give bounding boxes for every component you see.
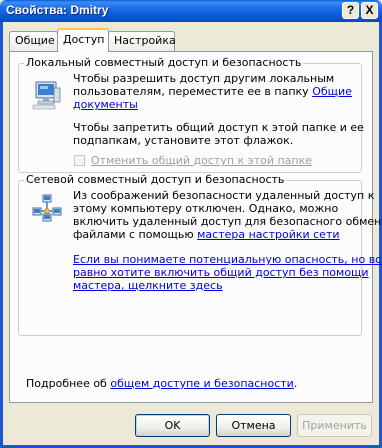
computer-icon bbox=[32, 80, 62, 113]
cancel-button[interactable]: Отмена bbox=[216, 414, 291, 437]
title-bar[interactable]: Свойства: Dmitry ? X bbox=[0, 0, 382, 22]
network-text-line2: этому компьютеру отключен. Однако, можно bbox=[73, 202, 339, 215]
local-text-line2: пользователям, переместите ее в папку Об… bbox=[73, 85, 352, 99]
properties-dialog: Свойства: Dmitry ? X Общие Доступ Настро… bbox=[0, 0, 382, 448]
enable-sharing-link-line3[interactable]: мастера, щелкните здесь bbox=[73, 279, 223, 293]
network-icon bbox=[32, 193, 62, 226]
network-text-line3: включить удаленный доступ для безопасног… bbox=[73, 215, 382, 228]
network-text-line1: Из соображений безопасности удаленный до… bbox=[73, 189, 375, 202]
close-button[interactable]: X bbox=[361, 2, 378, 19]
footer-text: Подробнее об общем доступе и безопасност… bbox=[26, 377, 298, 390]
unshare-checkbox[interactable] bbox=[74, 155, 85, 166]
window-title: Свойства: Dmitry bbox=[6, 3, 109, 17]
enable-sharing-link-line2[interactable]: равно хотите включить общий доступ без п… bbox=[73, 266, 369, 280]
network-text-line4: файлами с помощью мастера настройки сети bbox=[73, 228, 340, 242]
tab-settings[interactable]: Настройка bbox=[108, 31, 176, 51]
tab-general[interactable]: Общие bbox=[9, 31, 58, 51]
shared-documents-link-b[interactable]: документы bbox=[73, 98, 138, 112]
shared-documents-link-a[interactable]: Общие bbox=[312, 85, 352, 98]
enable-sharing-link-line1[interactable]: Если вы понимаете потенциальную опасност… bbox=[73, 253, 382, 267]
window-border-left bbox=[0, 22, 3, 448]
network-sharing-group: Сетевой совместный доступ и безопасность bbox=[18, 173, 382, 336]
network-text-line4-plain: файлами с помощью bbox=[73, 228, 194, 241]
tab-access[interactable]: Доступ bbox=[57, 28, 109, 52]
local-text-line1: Чтобы разрешить доступ другим локальным bbox=[73, 72, 335, 85]
ok-button[interactable]: OK bbox=[135, 414, 210, 437]
help-button[interactable]: ? bbox=[342, 2, 359, 19]
local-text2-line1: Чтобы запретить общий доступ к этой папк… bbox=[73, 121, 364, 134]
local-text2-line2: подпапкам, установите этот флажок. bbox=[73, 134, 294, 147]
sharing-security-help-link[interactable]: общем доступе и безопасности bbox=[110, 377, 293, 390]
network-sharing-legend: Сетевой совместный доступ и безопасность bbox=[24, 173, 287, 186]
local-text-line2-plain: пользователям, переместите ее в папку bbox=[73, 85, 309, 98]
unshare-checkbox-label[interactable]: Отменить общий доступ к этой папке bbox=[91, 154, 312, 167]
local-sharing-group: Локальный совместный доступ и безопаснос… bbox=[18, 56, 364, 173]
apply-button[interactable]: Применить bbox=[297, 414, 372, 437]
network-setup-wizard-link[interactable]: мастера настройки сети bbox=[197, 228, 339, 241]
footer-text-plain: Подробнее об bbox=[26, 377, 111, 390]
tab-panel-access: Локальный совместный доступ и безопаснос… bbox=[9, 51, 382, 403]
local-sharing-legend: Локальный совместный доступ и безопаснос… bbox=[24, 56, 304, 69]
